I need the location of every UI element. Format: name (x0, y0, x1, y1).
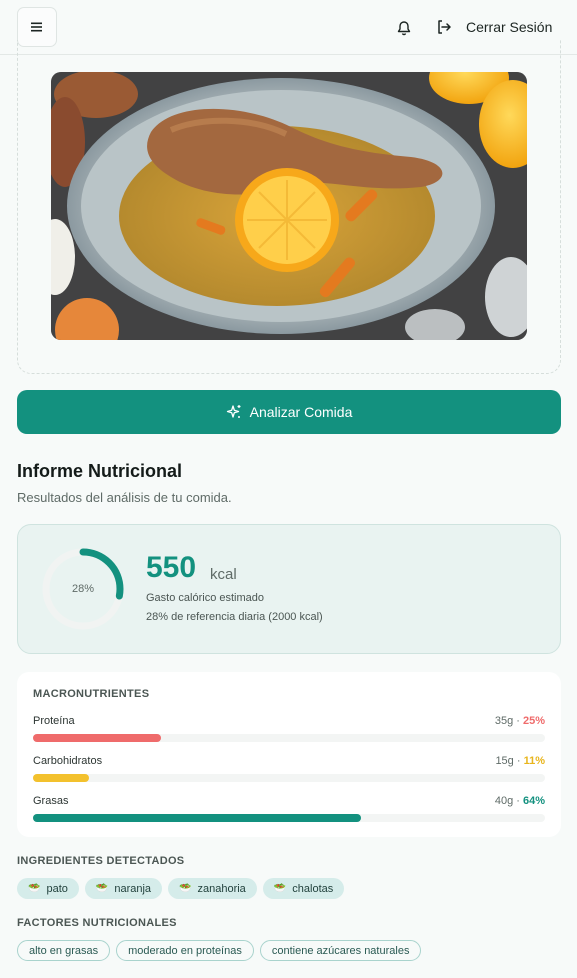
analyze-food-button[interactable]: Analizar Comida (17, 390, 561, 434)
macro-name: Proteína (33, 715, 75, 727)
ingredient-chip[interactable]: 🥗 pato (17, 878, 79, 899)
macro-name: Carbohidratos (33, 755, 103, 767)
ingredient-label: pato (46, 882, 68, 895)
macro-value: 40g · 64% (495, 795, 545, 807)
macro-bar-fill (33, 774, 90, 782)
macro-bar-track (33, 814, 545, 822)
macro-grams: 40g (494, 795, 514, 807)
notifications-button[interactable] (394, 17, 414, 37)
calorie-reference: 28% de referencia diaria (2000 kcal) (146, 611, 323, 623)
calorie-description: Gasto calórico estimado (146, 592, 264, 604)
salad-bowl-icon: 🥗 (95, 883, 109, 894)
macro-value: 15g · 11% (495, 755, 545, 767)
salad-bowl-icon: 🥗 (179, 883, 192, 894)
factor-chip[interactable]: alto en grasas (17, 940, 111, 961)
ingredient-label: chalotas (292, 882, 334, 895)
macro-percent: 64% (522, 795, 545, 807)
macro-row-protein: Proteína 35g · 25% (33, 715, 545, 745)
factors-title: FACTORES NUTRICIONALES (17, 917, 177, 929)
factor-chip[interactable]: contiene azúcares naturales (259, 940, 422, 961)
macro-name: Grasas (33, 795, 69, 807)
macro-bar-fill (33, 734, 161, 742)
ingredients-title: INGREDIENTES DETECTADOS (17, 855, 185, 867)
factors-list: alto en grasas moderado en proteínas con… (17, 940, 422, 961)
ingredient-label: naranja (114, 882, 152, 895)
macro-row-fat: Grasas 40g · 64% (33, 795, 545, 825)
macro-separator: · (513, 715, 523, 727)
ingredient-chip[interactable]: 🥗 naranja (84, 878, 163, 899)
macro-grams: 15g (495, 755, 514, 767)
calories-card: 28% 550 kcal Gasto calórico estimado 28%… (17, 524, 561, 654)
macro-bar-track (33, 774, 545, 782)
macro-percent: 25% (522, 715, 545, 727)
calorie-value: 550 (146, 551, 197, 584)
logout-label: Cerrar Sesión (466, 19, 553, 35)
ingredients-list: 🥗 pato 🥗 naranja 🥗 zanahoria 🥗 chalotas (17, 878, 345, 899)
logout-icon (438, 20, 451, 34)
salad-bowl-icon: 🥗 (273, 883, 287, 894)
macro-separator: · (513, 755, 524, 767)
logout-button[interactable]: Cerrar Sesión (436, 15, 552, 39)
macronutrients-title: MACRONUTRIENTES (33, 688, 150, 700)
calorie-ring-percent: 28% (71, 583, 95, 595)
bell-icon (397, 20, 411, 35)
analyze-food-label: Analizar Comida (249, 404, 353, 420)
menu-icon (31, 22, 42, 32)
sparkles-icon (226, 405, 241, 418)
macro-value: 35g · 25% (495, 715, 545, 727)
macro-separator: · (513, 795, 523, 807)
macro-grams: 35g (494, 715, 514, 727)
macro-bar-fill (33, 814, 361, 822)
report-subtitle: Resultados del análisis de tu comida. (17, 490, 232, 505)
macronutrients-card: MACRONUTRIENTES Proteína 35g · 25% Carbo… (17, 672, 561, 837)
report-title: Informe Nutricional (17, 461, 183, 481)
ingredient-label: zanahoria (197, 882, 246, 895)
ingredient-chip[interactable]: 🥗 chalotas (262, 878, 345, 899)
salad-bowl-icon: 🥗 (28, 883, 41, 894)
macro-row-carbs: Carbohidratos 15g · 11% (33, 755, 545, 785)
ingredient-chip[interactable]: 🥗 zanahoria (168, 878, 257, 899)
macro-bar-track (33, 734, 545, 742)
macro-percent: 11% (523, 755, 545, 767)
factor-chip[interactable]: moderado en proteínas (116, 940, 254, 961)
food-photo (51, 72, 527, 340)
calorie-unit: kcal (210, 566, 237, 583)
